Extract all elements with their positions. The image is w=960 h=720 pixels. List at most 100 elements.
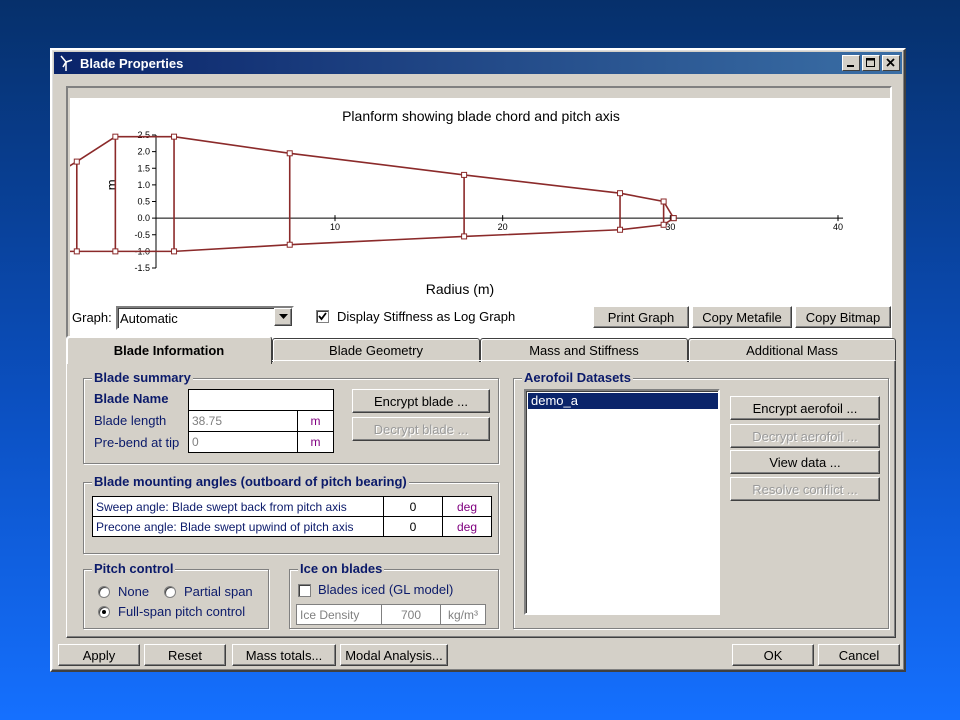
- blade-length-unit: m: [297, 410, 334, 432]
- maximize-button[interactable]: [862, 55, 880, 71]
- pitch-control-title: Pitch control: [92, 561, 176, 576]
- cancel-button[interactable]: Cancel: [818, 644, 900, 666]
- y-tick-label: 0.0: [137, 213, 150, 223]
- encrypt-aerofoil-button[interactable]: Encrypt aerofoil ...: [730, 396, 880, 420]
- tab-bar: Blade Information Blade Geometry Mass an…: [66, 336, 896, 364]
- x-tick-label: 20: [498, 222, 508, 232]
- pitch-none-radio[interactable]: [98, 586, 110, 598]
- x-axis-label: Radius (m): [426, 281, 494, 297]
- aerofoil-datasets-title: Aerofoil Datasets: [522, 370, 633, 385]
- data-point: [73, 158, 80, 165]
- blade-properties-window: Blade Properties Planform showing blade …: [50, 48, 906, 672]
- dropdown-arrow-button[interactable]: [274, 308, 292, 326]
- aerofoil-datasets-group: Aerofoil Datasets demo_a Encrypt aerofoi…: [513, 370, 889, 629]
- apply-button[interactable]: Apply: [58, 644, 140, 666]
- minimize-button[interactable]: [842, 55, 860, 71]
- mounting-angles-title: Blade mounting angles (outboard of pitch…: [92, 474, 409, 489]
- copy-metafile-button[interactable]: Copy Metafile: [692, 306, 792, 328]
- graph-dropdown-value: Automatic: [120, 311, 178, 326]
- pitch-full-label: Full-span pitch control: [118, 604, 246, 619]
- prebend-unit: m: [297, 431, 334, 453]
- pitch-full-radio[interactable]: [98, 606, 110, 618]
- resolve-conflict-button: Resolve conflict ...: [730, 477, 880, 501]
- encrypt-blade-button[interactable]: Encrypt blade ...: [352, 389, 490, 413]
- data-point: [670, 215, 677, 222]
- prebend-label: Pre-bend at tip: [94, 435, 180, 450]
- tab-blade-geometry[interactable]: Blade Geometry: [272, 338, 480, 362]
- graph-dropdown[interactable]: Automatic: [116, 306, 294, 330]
- checkmark-icon: [318, 312, 327, 321]
- y-tick-label: 2.0: [137, 147, 150, 157]
- y-tick-label: -1.5: [134, 263, 150, 273]
- tab-mass-and-stiffness[interactable]: Mass and Stiffness: [480, 338, 688, 362]
- decrypt-blade-button: Decrypt blade ...: [352, 417, 490, 441]
- pitch-none-label: None: [118, 584, 150, 599]
- data-point: [660, 198, 667, 205]
- precone-angle-input[interactable]: 0: [383, 516, 443, 537]
- precone-angle-unit: deg: [442, 516, 492, 537]
- data-point: [171, 248, 178, 255]
- blades-iced-label: Blades iced (GL model): [318, 582, 454, 597]
- ice-density-input: 700: [381, 604, 441, 625]
- x-tick-label: 40: [833, 222, 843, 232]
- prebend-field[interactable]: 0: [188, 431, 298, 453]
- view-data-button[interactable]: View data ...: [730, 450, 880, 474]
- x-tick-label: 10: [330, 222, 340, 232]
- data-point: [617, 190, 624, 197]
- y-tick-label: 1.0: [137, 180, 150, 190]
- chart-canvas: Planform showing blade chord and pitch a…: [70, 98, 892, 340]
- ice-group: Ice on blades Blades iced (GL model) Ice…: [289, 561, 499, 629]
- trailing-edge-line: [70, 217, 675, 253]
- mass-totals-button[interactable]: Mass totals...: [232, 644, 336, 666]
- blade-name-label: Blade Name: [94, 391, 169, 406]
- blade-length-field: 38.75: [188, 410, 298, 432]
- y-tick-label: 0.5: [137, 197, 150, 207]
- blade-summary-group: Blade summary Blade Name Blade length Pr…: [83, 370, 499, 464]
- blade-length-label: Blade length: [94, 413, 167, 428]
- minimize-icon: [847, 65, 854, 67]
- tab-blade-information[interactable]: Blade Information: [66, 336, 272, 364]
- log-graph-checkbox[interactable]: [316, 310, 329, 323]
- modal-analysis-button[interactable]: Modal Analysis...: [340, 644, 448, 666]
- chevron-down-icon: [278, 314, 288, 319]
- aerofoil-listbox[interactable]: demo_a: [524, 389, 720, 615]
- sweep-angle-label: Sweep angle: Blade swept back from pitch…: [92, 496, 384, 517]
- title-bar[interactable]: Blade Properties: [54, 52, 902, 74]
- reset-button[interactable]: Reset: [144, 644, 226, 666]
- blade-name-input[interactable]: [188, 389, 334, 411]
- close-icon: [886, 58, 895, 67]
- data-point: [73, 248, 80, 255]
- tab-additional-mass[interactable]: Additional Mass: [688, 338, 896, 362]
- sweep-angle-unit: deg: [442, 496, 492, 517]
- data-point: [461, 233, 468, 240]
- mounting-angles-group: Blade mounting angles (outboard of pitch…: [83, 474, 499, 554]
- data-point: [112, 248, 119, 255]
- data-point: [286, 150, 293, 157]
- close-button[interactable]: [882, 55, 900, 71]
- data-point: [617, 226, 624, 233]
- planform-chart: 2.52.01.51.00.50.0-0.5-1.0-1.510 20 30 40mR…: [70, 130, 844, 297]
- pitch-control-group: Pitch control None Partial span Full-spa…: [83, 561, 269, 629]
- blade-summary-title: Blade summary: [92, 370, 193, 385]
- graph-label: Graph:: [72, 310, 112, 325]
- decrypt-aerofoil-button: Decrypt aerofoil ...: [730, 424, 880, 448]
- y-tick-label: 2.5: [137, 130, 150, 140]
- ok-button[interactable]: OK: [732, 644, 814, 666]
- y-tick-label: 1.5: [137, 163, 150, 173]
- ice-density-label: Ice Density: [296, 604, 382, 625]
- tab-panel: Blade summary Blade Name Blade length Pr…: [66, 360, 896, 638]
- copy-bitmap-button[interactable]: Copy Bitmap: [795, 306, 891, 328]
- data-point: [112, 133, 119, 140]
- pitch-partial-label: Partial span: [184, 584, 253, 599]
- precone-angle-label: Precone angle: Blade swept upwind of pit…: [92, 516, 384, 537]
- pitch-partial-radio[interactable]: [164, 586, 176, 598]
- blades-iced-checkbox[interactable]: [298, 584, 311, 597]
- window-title: Blade Properties: [80, 55, 184, 71]
- ice-title: Ice on blades: [298, 561, 385, 576]
- data-point: [286, 241, 293, 248]
- data-point: [461, 171, 468, 178]
- sweep-angle-input[interactable]: 0: [383, 496, 443, 517]
- leading-edge-line: [70, 135, 675, 219]
- aerofoil-list-item[interactable]: demo_a: [528, 393, 718, 409]
- print-graph-button[interactable]: Print Graph: [593, 306, 689, 328]
